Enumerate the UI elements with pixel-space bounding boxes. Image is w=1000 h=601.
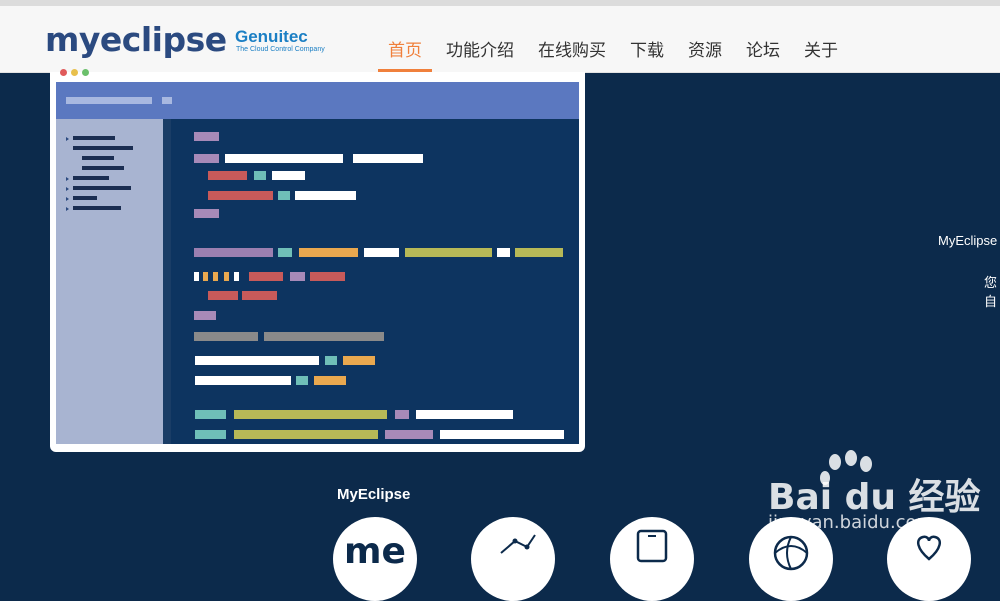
tree-expand-icon bbox=[66, 137, 69, 141]
hero-side-text-2: 您自 bbox=[984, 275, 998, 309]
tree-line bbox=[73, 146, 133, 150]
code-token bbox=[234, 272, 239, 281]
title-placeholder bbox=[66, 97, 152, 104]
tree-expand-icon bbox=[66, 197, 69, 201]
tablet-icon bbox=[636, 529, 668, 563]
tree-expand-icon bbox=[66, 187, 69, 191]
code-token bbox=[234, 410, 387, 419]
nav-buy-online[interactable]: 在线购买 bbox=[528, 36, 616, 72]
tree-expand-icon bbox=[66, 207, 69, 211]
tree-line bbox=[73, 136, 115, 140]
maximize-dot-icon bbox=[82, 69, 89, 76]
nav-features[interactable]: 功能介绍 bbox=[436, 36, 524, 72]
code-token bbox=[314, 376, 346, 385]
site-header: myeclipse Genuitec The Cloud Control Com… bbox=[0, 6, 1000, 73]
code-token bbox=[440, 430, 564, 439]
nav-resources[interactable]: 资源 bbox=[678, 36, 732, 72]
code-token bbox=[296, 376, 308, 385]
code-token bbox=[242, 291, 277, 300]
code-token bbox=[395, 410, 409, 419]
code-token bbox=[416, 410, 513, 419]
nav-forum[interactable]: 论坛 bbox=[736, 36, 790, 72]
code-token bbox=[385, 430, 433, 439]
code-token bbox=[515, 248, 563, 257]
feature-me-circle[interactable]: me bbox=[333, 517, 417, 601]
code-token bbox=[497, 248, 510, 257]
code-token bbox=[195, 356, 319, 365]
code-token bbox=[194, 209, 219, 218]
code-token bbox=[194, 248, 273, 257]
code-token bbox=[194, 311, 216, 320]
code-token bbox=[405, 248, 492, 257]
code-token bbox=[234, 430, 378, 439]
tree-line bbox=[82, 166, 124, 170]
code-token bbox=[353, 154, 423, 163]
code-token bbox=[325, 356, 337, 365]
nav-download[interactable]: 下载 bbox=[620, 36, 674, 72]
tree-line bbox=[73, 206, 121, 210]
code-token bbox=[224, 272, 229, 281]
code-token bbox=[195, 430, 226, 439]
code-token bbox=[254, 171, 266, 180]
code-token bbox=[195, 410, 226, 419]
ide-gutter bbox=[163, 119, 171, 444]
minimize-dot-icon bbox=[71, 69, 78, 76]
code-token bbox=[249, 272, 283, 281]
code-token bbox=[194, 272, 199, 281]
tree-line bbox=[82, 156, 114, 160]
code-token bbox=[290, 272, 305, 281]
tree-expand-icon bbox=[66, 177, 69, 181]
code-token bbox=[295, 191, 356, 200]
code-token bbox=[278, 191, 290, 200]
ide-code-area bbox=[171, 119, 579, 444]
code-token bbox=[203, 272, 208, 281]
code-token bbox=[343, 356, 375, 365]
code-token bbox=[195, 376, 291, 385]
code-token bbox=[278, 248, 292, 257]
code-token bbox=[208, 291, 238, 300]
code-token bbox=[194, 332, 258, 341]
code-token bbox=[225, 154, 343, 163]
main-nav: 首页 功能介绍 在线购买 下载 资源 论坛 关于 bbox=[378, 36, 852, 72]
code-token bbox=[208, 171, 247, 180]
ide-titlebar bbox=[56, 82, 579, 119]
tree-line bbox=[73, 186, 131, 190]
myeclipse-logo[interactable]: myeclipse bbox=[45, 20, 227, 59]
code-token bbox=[213, 272, 218, 281]
feature-tablet-circle[interactable] bbox=[610, 517, 694, 601]
tree-line bbox=[73, 196, 97, 200]
tree-line bbox=[73, 176, 109, 180]
title-placeholder-small bbox=[162, 97, 172, 104]
code-token bbox=[194, 132, 219, 141]
nav-about[interactable]: 关于 bbox=[794, 36, 848, 72]
code-token bbox=[194, 154, 219, 163]
code-token bbox=[208, 191, 273, 200]
me-logo-icon: me bbox=[344, 531, 406, 572]
code-token bbox=[272, 171, 305, 180]
genuitec-logo[interactable]: Genuitec bbox=[235, 27, 308, 47]
code-token bbox=[299, 248, 358, 257]
genuitec-tagline: The Cloud Control Company bbox=[236, 46, 325, 53]
code-token bbox=[364, 248, 399, 257]
ide-illustration bbox=[50, 69, 585, 452]
hero-side-text-1: MyEclipse bbox=[938, 233, 998, 248]
chart-icon bbox=[500, 534, 536, 554]
nav-home[interactable]: 首页 bbox=[378, 36, 432, 72]
ide-file-tree bbox=[56, 119, 163, 444]
code-token bbox=[264, 332, 384, 341]
code-token bbox=[310, 272, 345, 281]
section-title: MyEclipse bbox=[337, 486, 411, 503]
feature-chart-circle[interactable] bbox=[471, 517, 555, 601]
close-dot-icon bbox=[60, 69, 67, 76]
watermark-url: jingyan.baidu.com bbox=[768, 512, 935, 533]
